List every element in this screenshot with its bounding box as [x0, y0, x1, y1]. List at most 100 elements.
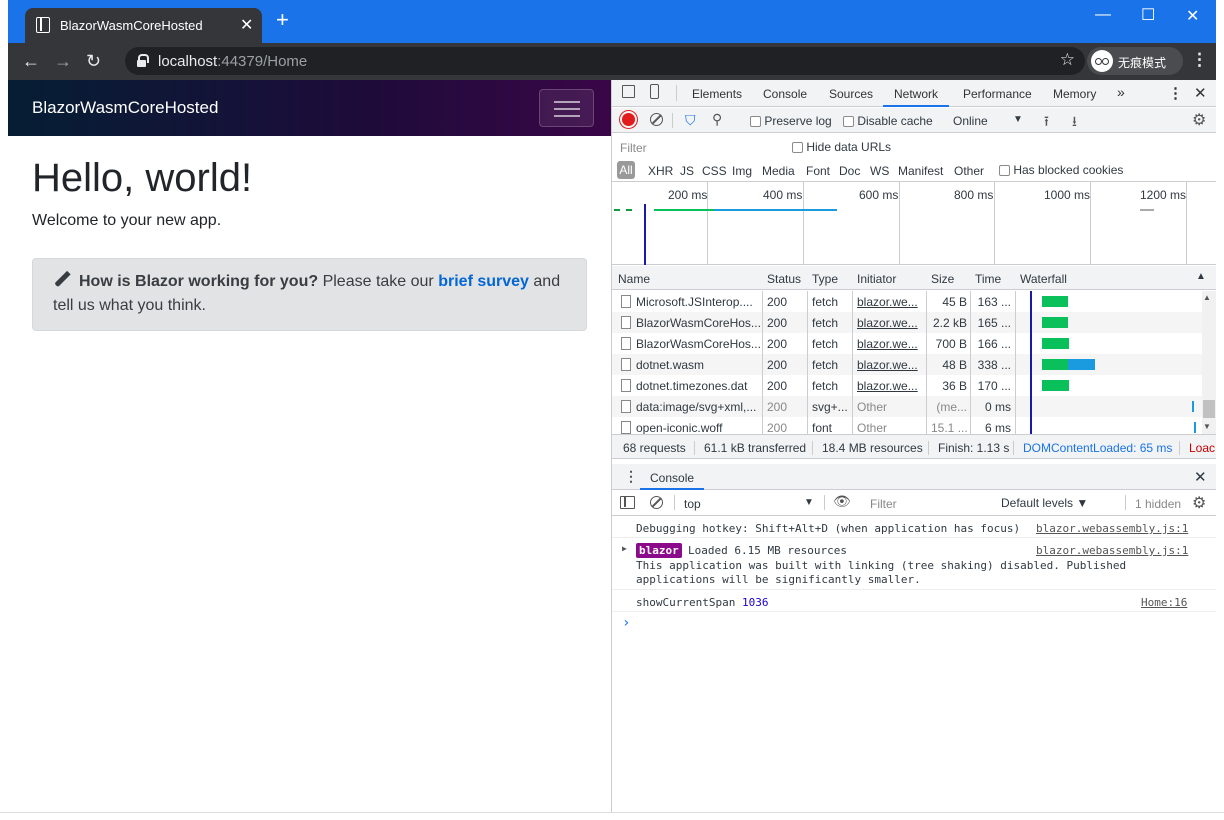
browser-menu-icon[interactable]: ⋮	[1191, 50, 1208, 70]
cell-type: fetch	[812, 337, 839, 351]
tab-elements[interactable]: Elements	[692, 87, 742, 101]
tab-performance[interactable]: Performance	[963, 87, 1032, 101]
cell-initiator[interactable]: blazor.we...	[857, 337, 921, 351]
console-messages: Debugging hotkey: Shift+Alt+D (when appl…	[612, 516, 1217, 812]
live-expression-eye-icon[interactable]: 👁	[833, 493, 851, 510]
table-row[interactable]: dotnet.wasm 200 fetch blazor.we... 48 B 338 .…	[612, 354, 1202, 375]
close-devtools-icon[interactable]: ✕	[1194, 84, 1207, 102]
new-tab-icon[interactable]: +	[276, 9, 289, 31]
devtools-menu-icon[interactable]: ⋮	[1168, 84, 1183, 102]
log-levels-select[interactable]: Default levels ▼	[1001, 496, 1088, 510]
console-filter-input[interactable]: Filter	[864, 494, 994, 512]
sort-up-icon[interactable]: ▲	[1196, 271, 1206, 282]
minimize-icon[interactable]: —	[1095, 6, 1111, 24]
expand-arrow-icon[interactable]: ▶	[622, 544, 627, 553]
forward-icon[interactable]: →	[54, 51, 72, 72]
back-icon[interactable]: ←	[22, 51, 40, 72]
inspect-element-icon[interactable]	[622, 85, 635, 98]
tab-memory[interactable]: Memory	[1053, 87, 1096, 101]
bookmark-star-icon[interactable]: ☆	[1060, 50, 1075, 70]
cell-initiator[interactable]: Other	[857, 400, 921, 414]
address-bar[interactable]: localhost:44379/Home ☆	[125, 47, 1085, 75]
throttling-select[interactable]: Online ▼	[953, 114, 1023, 128]
filter-manifest[interactable]: Manifest	[898, 164, 943, 178]
filter-doc[interactable]: Doc	[839, 164, 860, 178]
filter-xhr[interactable]: XHR	[648, 164, 673, 178]
close-tab-icon[interactable]: ✕	[240, 15, 253, 35]
clear-icon[interactable]	[650, 113, 663, 126]
navbar-toggler-button[interactable]	[539, 89, 594, 127]
col-waterfall[interactable]: Waterfall	[1020, 272, 1067, 286]
summary-transferred: 61.1 kB transferred	[694, 441, 806, 455]
table-row[interactable]: open-iconic.woff 200 font Other 15.1 ... 6 ms	[612, 417, 1202, 434]
col-type[interactable]: Type	[812, 272, 838, 286]
cell-initiator[interactable]: blazor.we...	[857, 316, 921, 330]
console-prompt[interactable]: ›	[622, 615, 630, 631]
scroll-down-icon[interactable]: ▼	[1203, 422, 1211, 431]
console-sidebar-icon[interactable]	[620, 496, 635, 509]
scroll-up-icon[interactable]: ▲	[1203, 293, 1211, 302]
filter-font[interactable]: Font	[806, 164, 830, 178]
disable-cache-checkbox[interactable]: Disable cache	[843, 114, 933, 128]
incognito-profile-button[interactable]: 无痕模式	[1087, 47, 1183, 75]
drawer-menu-icon[interactable]: ⋮	[624, 468, 638, 485]
cell-initiator[interactable]: Other	[857, 421, 921, 434]
filter-icon[interactable]: ⛉	[685, 112, 696, 129]
filter-media[interactable]: Media	[762, 164, 795, 178]
table-row[interactable]: Microsoft.JSInterop.... 200 fetch blazor.we…	[612, 291, 1202, 312]
message-source-link[interactable]: Home:16	[1141, 596, 1187, 609]
close-drawer-icon[interactable]: ✕	[1194, 468, 1207, 486]
file-icon	[621, 316, 631, 329]
tab-network[interactable]: Network	[883, 80, 950, 107]
filter-all[interactable]: All	[617, 161, 635, 179]
table-row[interactable]: BlazorWasmCoreHos... 200 fetch blazor.we...…	[612, 312, 1202, 333]
has-blocked-cookies-checkbox[interactable]: Has blocked cookies	[999, 163, 1123, 177]
table-row[interactable]: dotnet.timezones.dat 200 fetch blazor.we...…	[612, 375, 1202, 396]
table-row[interactable]: BlazorWasmCoreHos... 200 fetch blazor.we...…	[612, 333, 1202, 354]
search-icon[interactable]: ⚲	[712, 111, 722, 128]
network-summary-bar: 68 requests 61.1 kB transferred 18.4 MB …	[612, 434, 1217, 459]
close-window-icon[interactable]: ✕	[1186, 6, 1199, 26]
preserve-log-label: Preserve log	[764, 114, 832, 128]
console-settings-icon[interactable]: ⚙	[1192, 493, 1206, 513]
navbar-brand[interactable]: BlazorWasmCoreHosted	[32, 98, 218, 118]
file-icon	[621, 295, 631, 308]
col-initiator[interactable]: Initiator	[857, 272, 896, 286]
preserve-log-checkbox[interactable]: Preserve log	[750, 114, 832, 128]
tab-console-drawer[interactable]: Console	[640, 464, 705, 490]
context-select[interactable]: top ▼	[684, 497, 814, 511]
filter-ws[interactable]: WS	[870, 164, 889, 178]
message-source-link[interactable]: blazor.webassembly.js:1	[1036, 544, 1188, 557]
col-name[interactable]: Name	[618, 272, 650, 286]
network-settings-icon[interactable]: ⚙	[1192, 110, 1206, 130]
filter-img[interactable]: Img	[732, 164, 752, 178]
col-status[interactable]: Status	[767, 272, 801, 286]
hide-data-urls-label: Hide data URLs	[806, 140, 892, 154]
more-tabs-icon[interactable]: »	[1117, 84, 1125, 100]
clear-console-icon[interactable]	[650, 496, 663, 509]
cell-initiator[interactable]: blazor.we...	[857, 379, 921, 393]
tab-console[interactable]: Console	[763, 87, 807, 101]
cell-size: 15.1 ...	[931, 421, 967, 434]
tab-sources[interactable]: Sources	[829, 87, 873, 101]
survey-link[interactable]: brief survey	[438, 273, 529, 290]
export-har-icon[interactable]: ⭳	[1072, 111, 1077, 135]
table-scrollbar-thumb[interactable]	[1203, 400, 1215, 418]
hide-data-urls-checkbox[interactable]: Hide data URLs	[792, 140, 891, 154]
maximize-icon[interactable]: ☐	[1141, 5, 1155, 25]
import-har-icon[interactable]: ⭱	[1044, 111, 1049, 135]
message-source-link[interactable]: blazor.webassembly.js:1	[1036, 522, 1188, 535]
table-row[interactable]: data:image/svg+xml,... 200 svg+... Other (me…	[612, 396, 1202, 417]
reload-icon[interactable]: ↻	[86, 51, 101, 72]
filter-other[interactable]: Other	[954, 164, 984, 178]
cell-initiator[interactable]: blazor.we...	[857, 358, 921, 372]
filter-js[interactable]: JS	[680, 164, 694, 178]
col-size[interactable]: Size	[931, 272, 954, 286]
device-toolbar-icon[interactable]	[650, 84, 659, 99]
col-time[interactable]: Time	[975, 272, 1001, 286]
filter-input[interactable]: Filter	[615, 138, 777, 156]
filter-css[interactable]: CSS	[702, 164, 727, 178]
record-icon[interactable]	[622, 113, 635, 126]
browser-tab[interactable]: BlazorWasmCoreHosted ✕	[25, 8, 262, 43]
cell-initiator[interactable]: blazor.we...	[857, 295, 921, 309]
